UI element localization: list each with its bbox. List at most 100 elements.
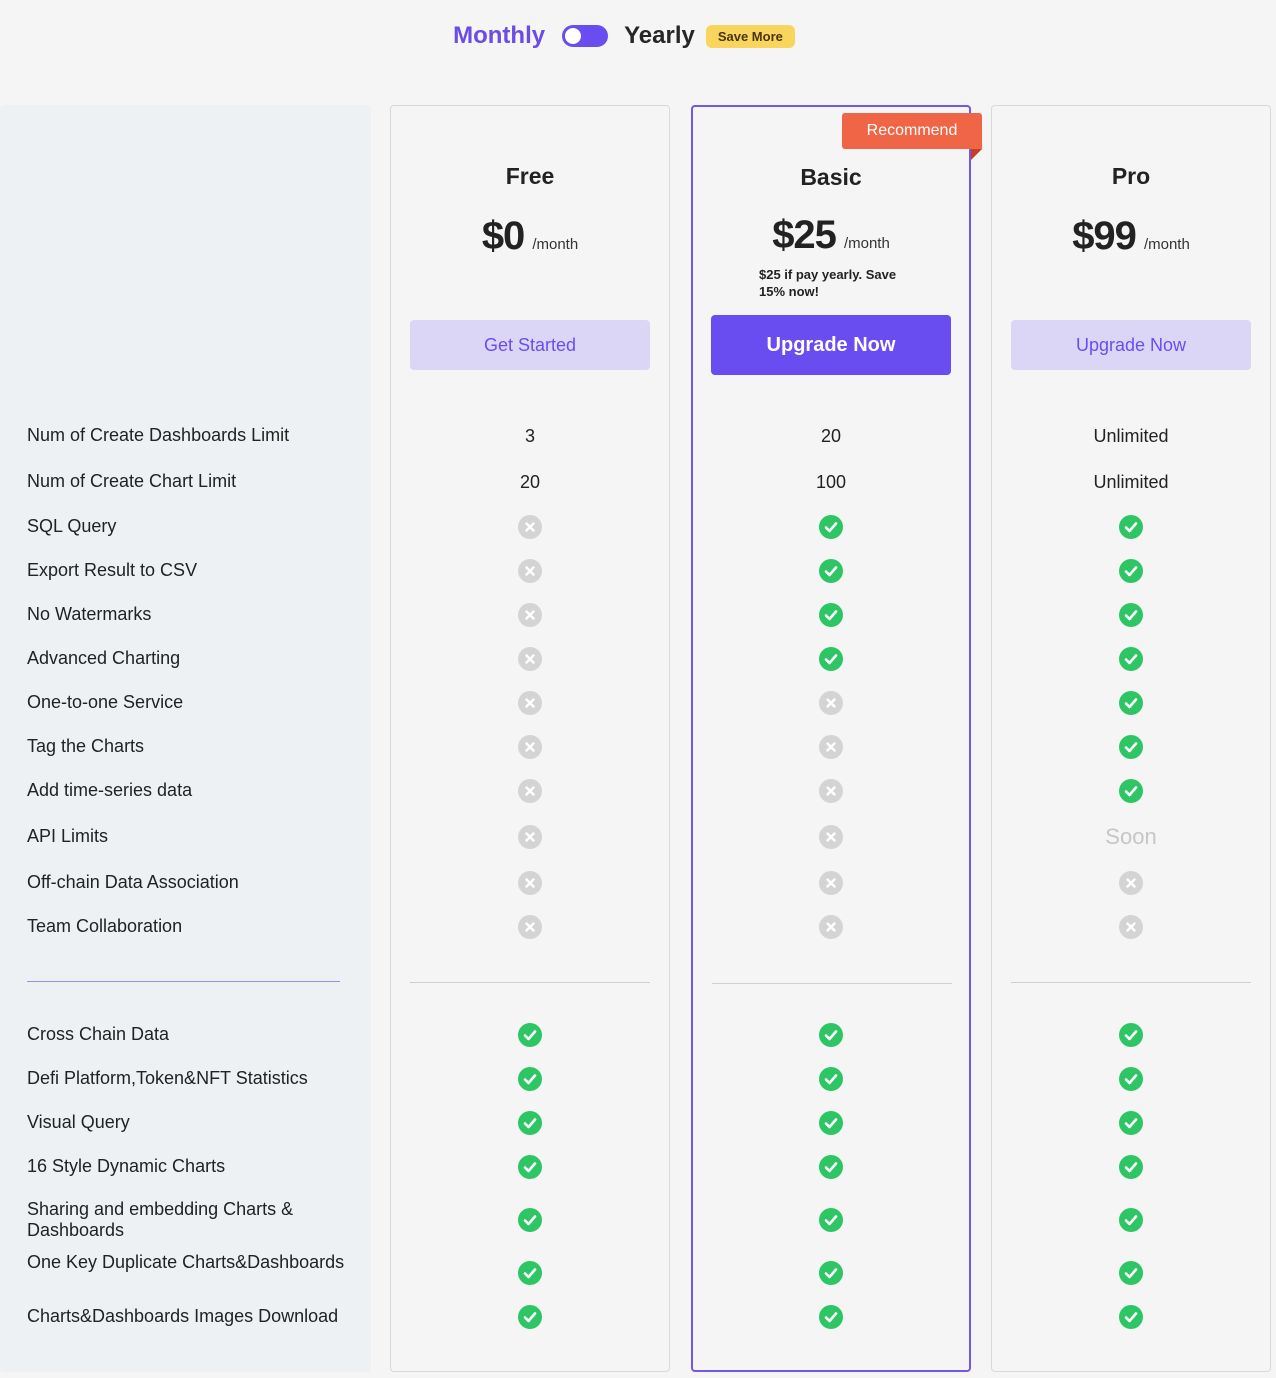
- limit-value: 20: [519, 471, 541, 492]
- check-icon: [819, 1261, 843, 1285]
- plan-period: /month: [843, 235, 890, 252]
- billing-toggle: Monthly Yearly Save More: [0, 20, 1276, 52]
- cross-icon: [518, 647, 542, 671]
- plan-card-basic: Recommend Basic $25 /month $25 if pay ye…: [691, 105, 982, 1372]
- check-icon: [1119, 647, 1143, 671]
- feature-label: API Limits: [27, 826, 109, 846]
- check-icon: [1119, 559, 1143, 583]
- recommend-ribbon: Recommend: [842, 113, 982, 149]
- plan-cell: [693, 1154, 969, 1180]
- check-icon: [819, 603, 843, 627]
- cross-icon: [518, 691, 542, 715]
- plan-cell: [391, 1066, 669, 1092]
- check-icon: [819, 1067, 843, 1091]
- ribbon-fold: [971, 149, 982, 160]
- yearly-label[interactable]: Yearly: [624, 22, 695, 50]
- plan-cell: [391, 690, 669, 716]
- plan-cell: [391, 514, 669, 540]
- check-icon: [1119, 691, 1143, 715]
- plan-cell: 20: [391, 469, 669, 495]
- plan-cell: [693, 602, 969, 628]
- check-icon: [1119, 1067, 1143, 1091]
- check-icon: [1119, 1305, 1143, 1329]
- check-icon: [1119, 1208, 1143, 1232]
- plan-price: $99: [1072, 214, 1137, 258]
- check-icon: [1119, 779, 1143, 803]
- feature-label: Advanced Charting: [27, 648, 181, 668]
- plan-cell: [992, 1207, 1270, 1233]
- feature-label: Off-chain Data Association: [27, 872, 239, 892]
- upgrade-now-button[interactable]: Upgrade Now: [1011, 320, 1251, 370]
- check-icon: [518, 1208, 542, 1232]
- plan-card-free: Free $0 /month Get Started 3 20: [390, 105, 670, 1372]
- cross-icon: [1119, 915, 1143, 939]
- cross-icon: [518, 871, 542, 895]
- monthly-label[interactable]: Monthly: [453, 22, 545, 50]
- cross-icon: [518, 825, 542, 849]
- limit-value: 20: [820, 425, 842, 446]
- plan-cell: [391, 870, 669, 896]
- plan-cell: [992, 514, 1270, 540]
- yearly-note: $25 if pay yearly. Save 15% now!: [759, 267, 897, 299]
- cross-icon: [819, 915, 843, 939]
- plan-cell: [693, 1304, 969, 1330]
- plan-cell: [693, 734, 969, 760]
- plan-cell: [992, 690, 1270, 716]
- plan-period: /month: [532, 236, 579, 253]
- feature-divider: [27, 981, 340, 982]
- check-icon: [819, 515, 843, 539]
- check-icon: [1119, 735, 1143, 759]
- plan-cell: [992, 734, 1270, 760]
- plan-cell: [693, 514, 969, 540]
- cross-icon: [518, 779, 542, 803]
- price-row: $25 /month: [693, 213, 969, 258]
- plan-cell: [693, 870, 969, 896]
- check-icon: [819, 1305, 843, 1329]
- feature-label: Num of Create Chart Limit: [27, 471, 237, 491]
- feature-label: SQL Query: [27, 516, 117, 536]
- plan-card-pro: Pro $99 /month Upgrade Now Unlimited Unli…: [991, 105, 1271, 1372]
- feature-label: Team Collaboration: [27, 916, 183, 936]
- cross-icon: [819, 735, 843, 759]
- plan-cell: 20: [693, 423, 969, 449]
- plan-cell: [391, 558, 669, 584]
- plan-cell: Soon: [992, 824, 1270, 850]
- cross-icon: [518, 515, 542, 539]
- get-started-button[interactable]: Get Started: [410, 320, 650, 370]
- billing-switch[interactable]: [562, 25, 609, 47]
- feature-label: Tag the Charts: [27, 736, 145, 756]
- check-icon: [819, 559, 843, 583]
- check-icon: [518, 1155, 542, 1179]
- plan-period: /month: [1143, 236, 1190, 253]
- card-divider: [1011, 982, 1251, 983]
- plan-cell: [693, 1260, 969, 1286]
- plan-cell: [693, 558, 969, 584]
- plan-cell: [391, 1304, 669, 1330]
- feature-label: Sharing and embedding Charts & Dashboard…: [27, 1199, 294, 1240]
- card-divider: [410, 982, 650, 983]
- feature-label: One Key Duplicate Charts&Dashboards: [27, 1252, 345, 1272]
- check-icon: [819, 1155, 843, 1179]
- upgrade-now-button[interactable]: Upgrade Now: [711, 315, 951, 375]
- feature-label: Add time-series data: [27, 780, 193, 800]
- plan-cell: [693, 646, 969, 672]
- plan-cell: [693, 1207, 969, 1233]
- plan-cell: [992, 602, 1270, 628]
- feature-label: Visual Query: [27, 1112, 130, 1132]
- plan-cell: [992, 914, 1270, 940]
- check-icon: [1119, 603, 1143, 627]
- plan-cell: [391, 1154, 669, 1180]
- plan-cell: [992, 778, 1270, 804]
- feature-label: One-to-one Service: [27, 692, 184, 712]
- plan-cell: [992, 1022, 1270, 1048]
- plan-cell: [693, 914, 969, 940]
- plan-cell: [693, 824, 969, 850]
- plan-cell: [992, 1154, 1270, 1180]
- plan-cell: [391, 646, 669, 672]
- feature-label: Num of Create Dashboards Limit: [27, 425, 290, 445]
- check-icon: [819, 647, 843, 671]
- plan-cell: [391, 1022, 669, 1048]
- plan-cell: [693, 1066, 969, 1092]
- cross-icon: [518, 603, 542, 627]
- plan-cell: [391, 1207, 669, 1233]
